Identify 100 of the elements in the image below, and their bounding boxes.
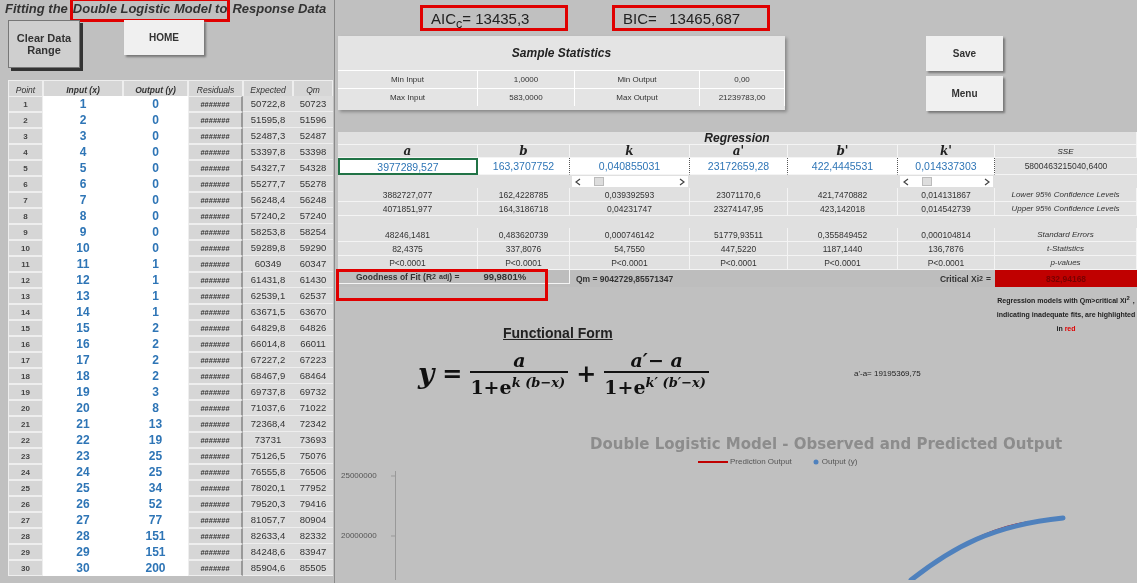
table-cell[interactable]: 0 — [123, 96, 188, 112]
table-cell[interactable]: 20 — [43, 400, 123, 416]
table-cell[interactable]: 19 — [123, 432, 188, 448]
table-cell[interactable]: 4 — [43, 144, 123, 160]
table-cell[interactable]: 151 — [123, 528, 188, 544]
table-cell[interactable]: 2 — [123, 368, 188, 384]
table-cell: 421,7470882 — [788, 188, 898, 202]
table-cell: Max Input — [338, 88, 478, 106]
table-cell[interactable]: 21 — [43, 416, 123, 432]
table-cell[interactable]: 12 — [43, 272, 123, 288]
table-cell[interactable]: 1 — [123, 256, 188, 272]
table-cell: 54327,7 — [243, 160, 293, 176]
table-cell[interactable]: 25 — [123, 464, 188, 480]
row-label: Lower 95% Confidence Levels — [995, 188, 1137, 202]
table-cell[interactable]: 163,3707752 — [478, 158, 570, 175]
table-cell[interactable]: 6 — [43, 176, 123, 192]
table-cell[interactable]: 8 — [43, 208, 123, 224]
table-cell[interactable]: 28 — [43, 528, 123, 544]
table-cell[interactable]: 13 — [43, 288, 123, 304]
scrollbar[interactable] — [900, 176, 993, 187]
table-cell: 77952 — [293, 480, 333, 496]
chevron-left-icon[interactable] — [575, 177, 581, 186]
table-cell[interactable]: 200 — [123, 560, 188, 576]
table-cell: 80904 — [293, 512, 333, 528]
table-cell[interactable]: 9 — [43, 224, 123, 240]
table-cell[interactable]: 10 — [43, 240, 123, 256]
chevron-left-icon[interactable] — [903, 177, 909, 186]
table-cell[interactable]: 1 — [123, 272, 188, 288]
table-cell[interactable]: 18 — [43, 368, 123, 384]
table-cell[interactable]: 14 — [43, 304, 123, 320]
table-cell[interactable]: 1 — [123, 304, 188, 320]
table-cell[interactable]: 29 — [43, 544, 123, 560]
menu-button[interactable]: Menu — [926, 76, 1003, 111]
home-button[interactable]: HOME — [124, 20, 204, 55]
table-cell: 0,000746142 — [570, 228, 690, 242]
table-cell[interactable]: 0,040855031 — [570, 158, 690, 175]
table-cell[interactable]: 0 — [123, 144, 188, 160]
save-button[interactable]: Save — [926, 36, 1003, 71]
table-cell[interactable]: 27 — [43, 512, 123, 528]
clear-data-button[interactable]: Clear Data Range — [8, 20, 80, 68]
table-cell: 68464 — [293, 368, 333, 384]
table-cell[interactable]: 17 — [43, 352, 123, 368]
table-cell[interactable]: 15 — [43, 320, 123, 336]
table-cell: 136,7876 — [898, 242, 995, 256]
table-cell[interactable]: 0 — [123, 224, 188, 240]
table-cell[interactable]: 16 — [43, 336, 123, 352]
table-cell[interactable]: 3977289,527 — [338, 158, 478, 175]
scrollbar[interactable] — [572, 176, 688, 187]
table-cell: 16 — [8, 336, 43, 352]
table-cell: 63670 — [293, 304, 333, 320]
table-cell[interactable]: 0 — [123, 176, 188, 192]
table-cell[interactable]: 151 — [123, 544, 188, 560]
table-cell[interactable]: 0 — [123, 208, 188, 224]
table-cell[interactable]: 23172659,28 — [690, 158, 788, 175]
table-cell[interactable]: 77 — [123, 512, 188, 528]
table-cell[interactable]: 2 — [123, 320, 188, 336]
table-cell: 59290 — [293, 240, 333, 256]
table-cell[interactable]: 2 — [123, 336, 188, 352]
table-cell[interactable]: 0 — [123, 112, 188, 128]
row-label: Upper 95% Confidence Levels — [995, 202, 1137, 216]
table-cell[interactable]: 7 — [43, 192, 123, 208]
table-cell[interactable]: 1 — [43, 96, 123, 112]
table-cell: 55278 — [293, 176, 333, 192]
table-cell: 68467,9 — [243, 368, 293, 384]
table-cell[interactable]: 3 — [43, 128, 123, 144]
table-cell[interactable]: 11 — [43, 256, 123, 272]
table-cell[interactable]: 0 — [123, 192, 188, 208]
table-cell[interactable]: 422,4445531 — [788, 158, 898, 175]
scrollbar-thumb[interactable] — [922, 177, 932, 186]
table-cell[interactable]: 34 — [123, 480, 188, 496]
table-cell[interactable]: 22 — [43, 432, 123, 448]
table-cell[interactable]: 30 — [43, 560, 123, 576]
table-cell: 23274147,95 — [690, 202, 788, 216]
table-cell[interactable]: 24 — [43, 464, 123, 480]
chevron-right-icon[interactable] — [984, 177, 990, 186]
chevron-right-icon[interactable] — [679, 177, 685, 186]
table-cell[interactable]: 25 — [43, 480, 123, 496]
table-cell: 57240,2 — [243, 208, 293, 224]
table-cell: 0,000104814 — [898, 228, 995, 242]
table-cell[interactable]: 3 — [123, 384, 188, 400]
table-cell[interactable]: 26 — [43, 496, 123, 512]
table-cell[interactable]: 2 — [43, 112, 123, 128]
table-cell[interactable]: 2 — [123, 352, 188, 368]
table-cell[interactable]: 0 — [123, 160, 188, 176]
table-cell[interactable]: 19 — [43, 384, 123, 400]
scrollbar-thumb[interactable] — [594, 177, 604, 186]
table-cell[interactable]: 23 — [43, 448, 123, 464]
table-cell[interactable]: 25 — [123, 448, 188, 464]
table-cell: 62537 — [293, 288, 333, 304]
table-cell: 84248,6 — [243, 544, 293, 560]
table-cell[interactable]: 5 — [43, 160, 123, 176]
table-cell[interactable]: 0 — [123, 240, 188, 256]
axis-tick-label: 25000000 — [341, 471, 377, 480]
table-cell[interactable]: 8 — [123, 400, 188, 416]
difference-label: a'-a= 19195369,75 — [854, 369, 921, 379]
table-cell[interactable]: 0,014337303 — [898, 158, 995, 175]
table-cell[interactable]: 13 — [123, 416, 188, 432]
table-cell[interactable]: 0 — [123, 128, 188, 144]
table-cell[interactable]: 52 — [123, 496, 188, 512]
table-cell[interactable]: 1 — [123, 288, 188, 304]
